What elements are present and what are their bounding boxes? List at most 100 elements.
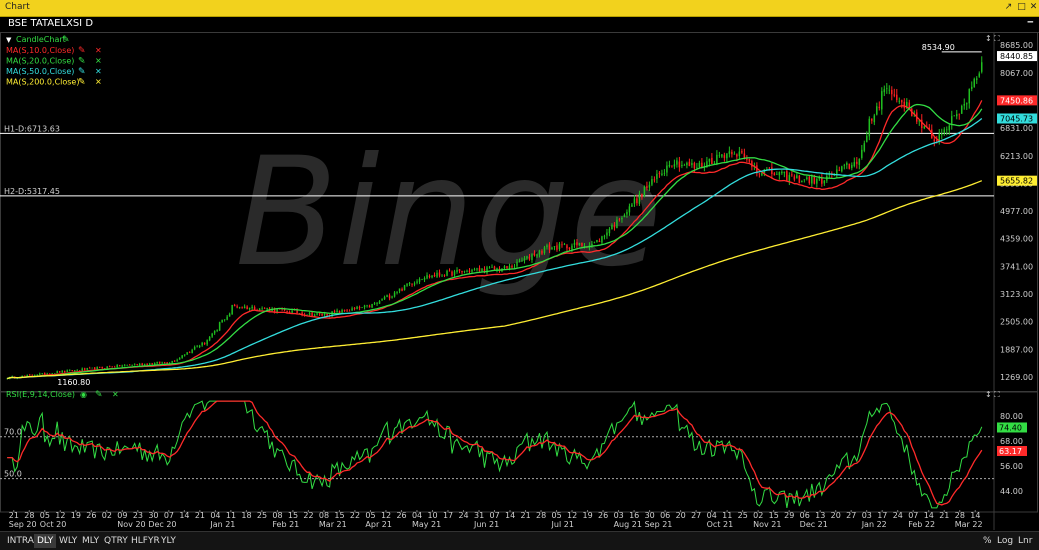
x-tick-label: 28 bbox=[24, 511, 34, 520]
candle bbox=[923, 126, 926, 129]
x-tick-label: 13 bbox=[815, 511, 825, 520]
price-tick-label: 3123.00 bbox=[1000, 290, 1033, 299]
price-badge-text: 5655.82 bbox=[1000, 177, 1033, 186]
x-tick-label: 07 bbox=[490, 511, 500, 520]
candle bbox=[261, 308, 263, 309]
candle bbox=[181, 355, 183, 358]
candle bbox=[536, 254, 538, 257]
candle bbox=[201, 342, 203, 346]
candle bbox=[283, 309, 286, 311]
x-tick-label: 04 bbox=[210, 511, 220, 520]
candle bbox=[113, 366, 116, 368]
period-qtry[interactable]: QTRY bbox=[101, 534, 131, 548]
candle bbox=[203, 343, 206, 345]
percent-scale-button[interactable]: % bbox=[983, 534, 992, 548]
candle bbox=[183, 354, 186, 356]
candle bbox=[91, 367, 93, 369]
candle bbox=[41, 373, 43, 374]
candle bbox=[38, 373, 41, 375]
candle bbox=[136, 364, 138, 366]
candle bbox=[491, 267, 493, 268]
candle bbox=[978, 73, 981, 77]
candle bbox=[238, 307, 241, 309]
candle bbox=[188, 352, 191, 353]
candle bbox=[473, 269, 476, 271]
candle bbox=[148, 363, 151, 365]
x-month-label: Aug 21 bbox=[614, 520, 642, 529]
x-tick-label: 25 bbox=[257, 511, 267, 520]
x-month-label: Apr 21 bbox=[365, 520, 392, 529]
candle bbox=[966, 103, 968, 105]
candle bbox=[553, 246, 556, 247]
x-tick-label: 23 bbox=[133, 511, 143, 520]
remove-icon: ✕ bbox=[95, 78, 102, 87]
candle bbox=[428, 275, 431, 278]
candle bbox=[571, 245, 573, 250]
candle bbox=[381, 299, 383, 301]
candle bbox=[186, 352, 188, 355]
period-dly[interactable]: DLY bbox=[34, 534, 57, 548]
candle bbox=[528, 257, 531, 260]
candle bbox=[388, 295, 391, 299]
pencil-icon: ✎ bbox=[78, 46, 86, 56]
candle bbox=[596, 240, 598, 242]
period-mly[interactable]: MLY bbox=[79, 534, 102, 548]
candle bbox=[231, 304, 233, 315]
candle bbox=[343, 309, 346, 311]
candle bbox=[883, 89, 886, 93]
candle bbox=[903, 101, 906, 108]
candle bbox=[866, 135, 868, 142]
x-month-label: Feb 21 bbox=[272, 520, 299, 529]
period-intra[interactable]: INTRA bbox=[4, 534, 37, 548]
candle bbox=[153, 363, 156, 365]
candle bbox=[568, 247, 571, 250]
candle bbox=[973, 78, 976, 87]
candle bbox=[158, 361, 161, 364]
candle bbox=[66, 370, 68, 373]
minimize-pane-icon[interactable]: ━ bbox=[1028, 18, 1033, 28]
candle bbox=[243, 306, 246, 309]
candle bbox=[423, 278, 426, 280]
log-scale-button[interactable]: Log bbox=[997, 534, 1013, 548]
candle bbox=[248, 307, 251, 310]
candle bbox=[476, 268, 478, 270]
x-tick-label: 28 bbox=[955, 511, 965, 520]
candle bbox=[781, 171, 783, 174]
candle bbox=[106, 366, 108, 369]
restore-icon[interactable]: ↗ bbox=[1003, 2, 1014, 13]
period-yly[interactable]: YLY bbox=[158, 534, 179, 548]
candle bbox=[226, 316, 228, 320]
x-tick-label: 07 bbox=[908, 511, 918, 520]
chart-canvas[interactable]: Binge8685.008067.007449.006831.006213.00… bbox=[0, 32, 1039, 530]
maximize-icon[interactable]: □ bbox=[1016, 2, 1027, 13]
linear-scale-button[interactable]: Lnr bbox=[1018, 534, 1032, 548]
candle bbox=[736, 154, 738, 157]
x-month-label: Jul 21 bbox=[551, 520, 574, 529]
candle bbox=[468, 270, 471, 272]
period-wly[interactable]: WLY bbox=[56, 534, 80, 548]
candle bbox=[693, 163, 696, 169]
candle bbox=[771, 167, 773, 174]
x-tick-label: 14 bbox=[505, 511, 515, 520]
close-icon[interactable]: ✕ bbox=[1028, 2, 1039, 13]
x-tick-label: 24 bbox=[893, 511, 903, 520]
rsi-level-label: 50.0 bbox=[4, 470, 22, 479]
candle bbox=[623, 214, 626, 217]
candle bbox=[116, 365, 118, 368]
candle bbox=[641, 193, 643, 198]
x-tick-label: 03 bbox=[862, 511, 872, 520]
candle bbox=[141, 363, 143, 366]
remove-icon: ✕ bbox=[95, 46, 102, 55]
candle bbox=[418, 279, 421, 282]
candle bbox=[296, 310, 298, 314]
candle bbox=[156, 361, 158, 364]
candle bbox=[551, 247, 553, 250]
candle bbox=[563, 244, 566, 245]
x-tick-label: 03 bbox=[614, 511, 624, 520]
candle bbox=[741, 151, 743, 153]
x-tick-label: 21 bbox=[939, 511, 949, 520]
x-tick-label: 27 bbox=[691, 511, 701, 520]
x-month-label: Oct 21 bbox=[707, 520, 734, 529]
candle bbox=[776, 174, 778, 176]
candle bbox=[321, 313, 323, 316]
